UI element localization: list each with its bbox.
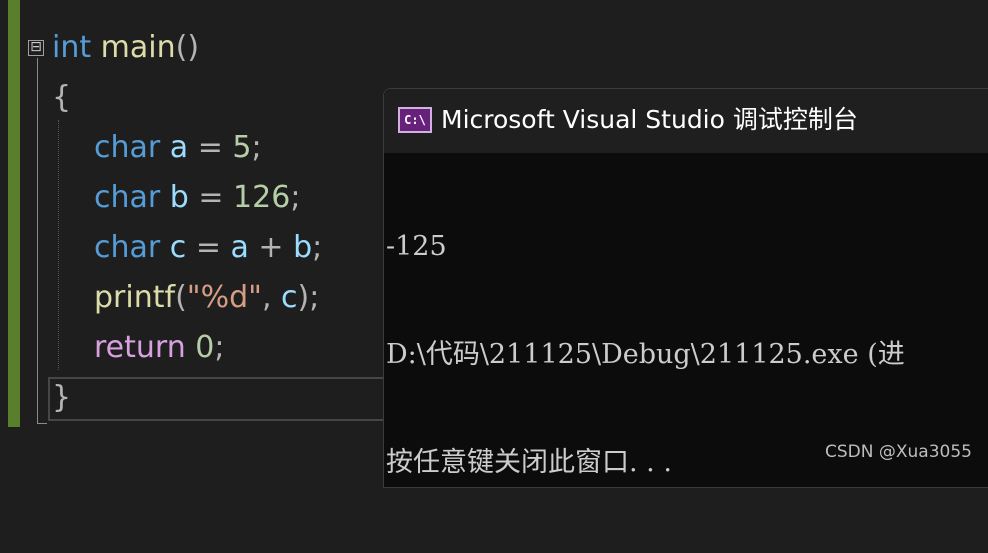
semicolon: ; — [290, 180, 301, 215]
operator: = — [188, 130, 233, 165]
code-line-5[interactable]: char c = a + b; — [52, 228, 322, 268]
number-literal: 126 — [233, 180, 291, 215]
console-app-icon: C:\ — [398, 107, 432, 133]
watermark: CSDN @Xua3055 — [825, 442, 972, 462]
number-literal: 0 — [195, 330, 215, 365]
variable-b: b — [293, 230, 313, 265]
close-brace: } — [52, 380, 72, 415]
console-output-line: D:\代码\211125\Debug\211125.exe (进 — [386, 339, 905, 370]
code-line-4[interactable]: char b = 126; — [52, 178, 300, 218]
number-literal: 5 — [232, 130, 252, 165]
code-line-6[interactable]: printf("%d", c); — [52, 278, 319, 318]
editor-gutter — [0, 0, 8, 471]
current-line-highlight — [48, 377, 388, 421]
console-window-title: Microsoft Visual Studio 调试控制台 — [441, 105, 858, 134]
console-titlebar[interactable]: C:\ Microsoft Visual Studio 调试控制台 — [384, 89, 988, 153]
variable-c: c — [169, 230, 187, 265]
keyword-char: char — [94, 230, 161, 265]
open-brace: { — [52, 80, 72, 115]
operator: = — [186, 230, 231, 265]
keyword-int: int — [52, 30, 92, 65]
console-output[interactable]: -125 D:\代码\211125\Debug\211125.exe (进 按任… — [386, 157, 988, 553]
keyword-return: return — [94, 330, 186, 365]
string-literal: "%d" — [186, 280, 262, 315]
variable-a: a — [230, 230, 249, 265]
code-line-8[interactable]: } — [52, 378, 71, 418]
keyword-char: char — [94, 130, 161, 165]
parentheses: () — [175, 30, 200, 65]
semicolon: ; — [251, 130, 262, 165]
collapse-icon[interactable]: ⊟ — [28, 40, 44, 56]
keyword-char: char — [94, 180, 161, 215]
code-line-1[interactable]: int main() — [52, 28, 199, 68]
comma: , — [261, 280, 282, 315]
code-line-7[interactable]: return 0; — [52, 328, 224, 368]
fold-outline-end — [37, 423, 47, 424]
code-line-3[interactable]: char a = 5; — [52, 128, 262, 168]
semicolon: ; — [214, 330, 225, 365]
function-name-printf: printf — [94, 280, 176, 315]
fold-outline-line — [37, 58, 38, 423]
variable-c: c — [281, 280, 298, 315]
operator: = — [188, 180, 234, 215]
console-output-line: -125 — [386, 231, 447, 262]
semicolon: ; — [312, 230, 323, 265]
debug-console-window[interactable]: C:\ Microsoft Visual Studio 调试控制台 -125 D… — [383, 88, 988, 488]
function-name-main: main — [100, 30, 176, 65]
variable-b: b — [169, 180, 189, 215]
operator: + — [248, 230, 294, 265]
close-paren: ); — [297, 280, 320, 315]
variable-a: a — [169, 130, 189, 165]
open-paren: ( — [175, 280, 187, 315]
change-tracking-bar — [8, 0, 20, 427]
code-line-2[interactable]: { — [52, 78, 71, 118]
